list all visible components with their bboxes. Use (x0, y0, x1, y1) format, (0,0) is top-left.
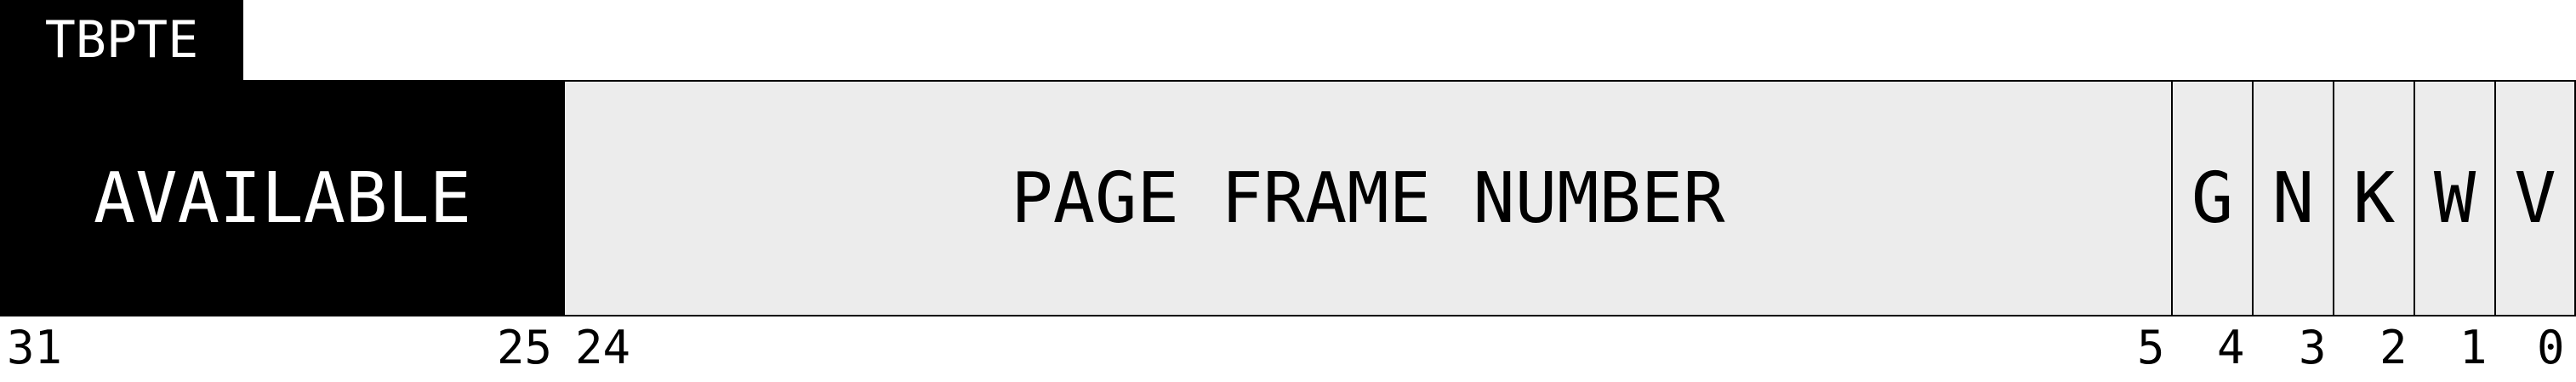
field-page-frame-number-label: PAGE FRAME NUMBER (1011, 157, 1725, 239)
field-v-label: V (2514, 157, 2556, 239)
field-w: W (2415, 80, 2496, 316)
field-k-label: K (2352, 157, 2396, 239)
bit-label-31: 31 (7, 321, 63, 374)
field-page-frame-number: PAGE FRAME NUMBER (565, 80, 2173, 316)
field-v: V (2496, 80, 2576, 316)
field-available: AVAILABLE (0, 80, 565, 316)
field-g-label: G (2191, 157, 2234, 239)
field-available-label: AVAILABLE (93, 157, 472, 239)
bit-label-3: 3 (2299, 321, 2327, 374)
bit-label-5: 5 (2137, 321, 2165, 374)
bit-label-0: 0 (2537, 321, 2565, 374)
field-k: K (2334, 80, 2415, 316)
field-g: G (2173, 80, 2254, 316)
register-title: TBPTE (0, 0, 243, 80)
bit-label-2: 2 (2379, 321, 2408, 374)
field-n: N (2254, 80, 2334, 316)
bit-label-24: 24 (575, 321, 631, 374)
bit-label-1: 1 (2459, 321, 2488, 374)
bit-label-4: 4 (2217, 321, 2245, 374)
field-w-label: W (2433, 157, 2476, 239)
register-layout: AVAILABLE PAGE FRAME NUMBER G N K W V (0, 80, 2576, 316)
bit-label-25: 25 (497, 321, 553, 374)
field-n-label: N (2271, 157, 2315, 239)
